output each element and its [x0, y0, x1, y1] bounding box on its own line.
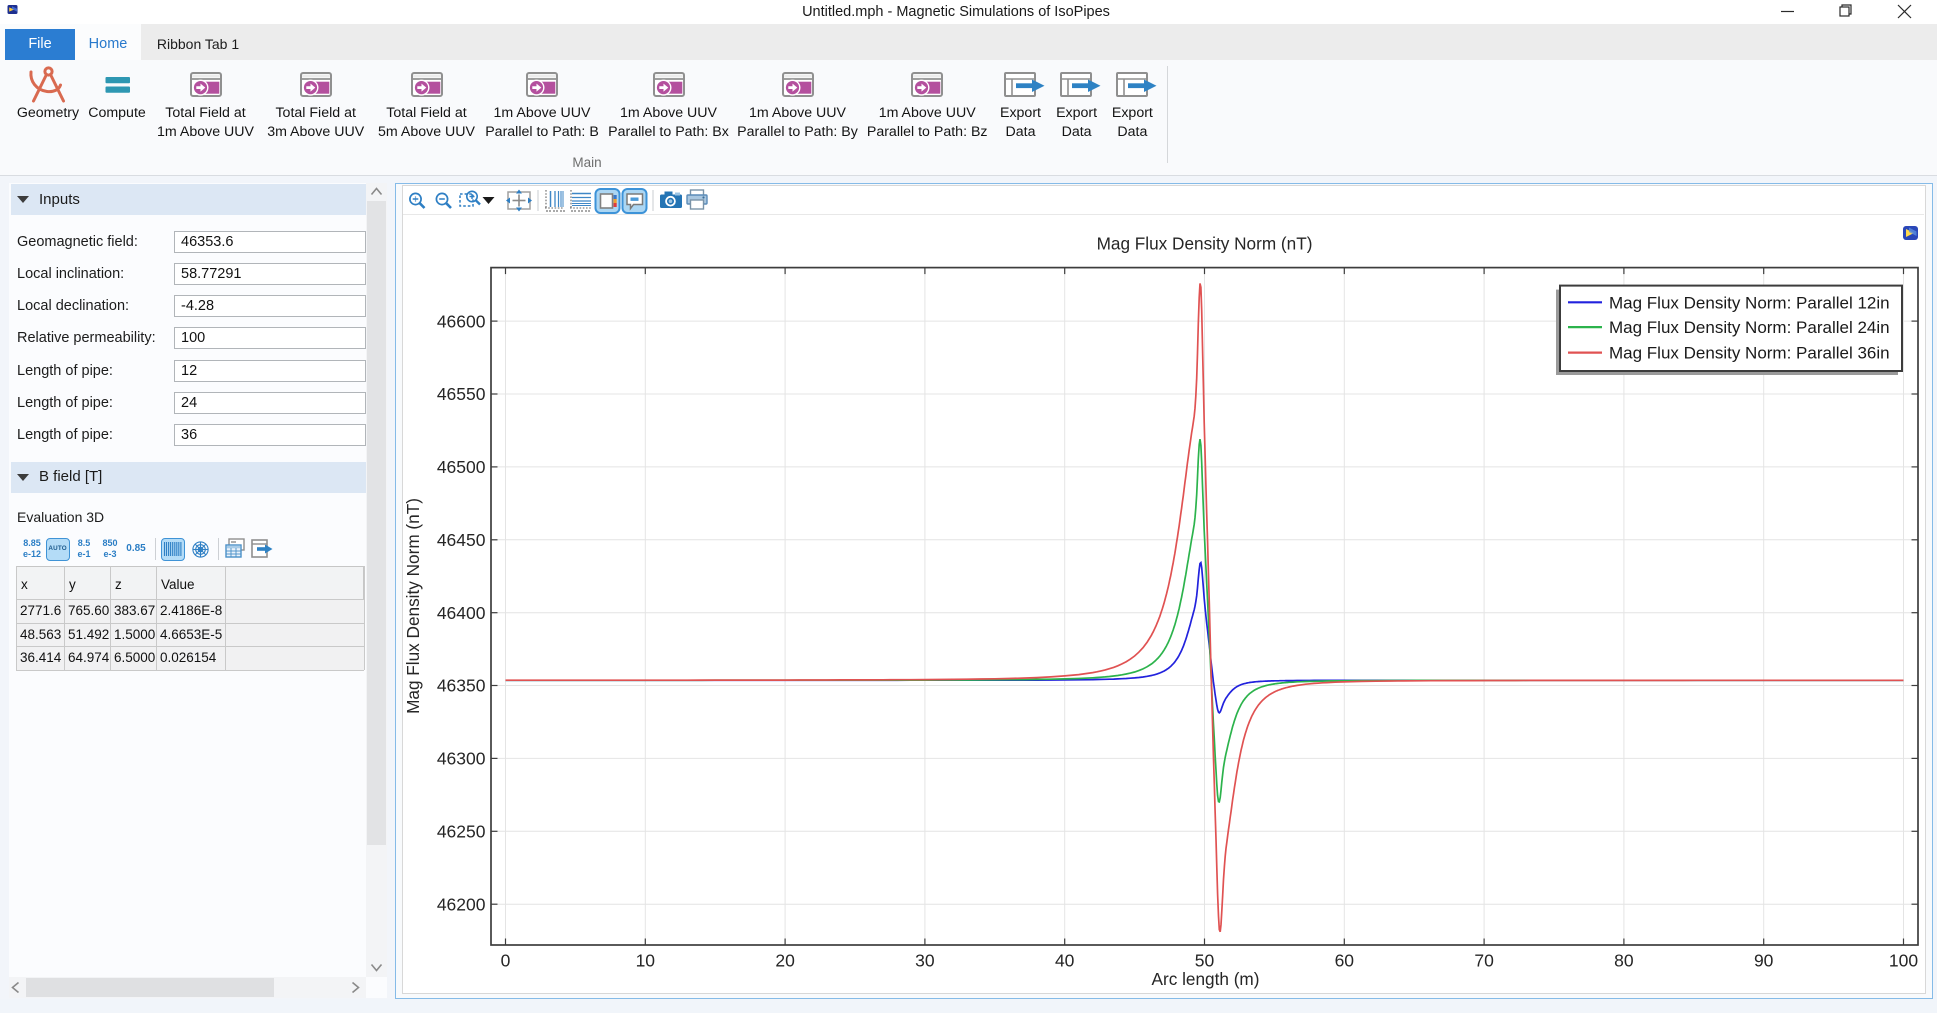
svg-text:Mag Flux Density Norm: Paralle: Mag Flux Density Norm: Parallel 36in: [1609, 344, 1890, 363]
svg-text:40: 40: [1055, 951, 1075, 971]
svg-text:Arc length (m): Arc length (m): [1152, 969, 1260, 989]
svg-text:46300: 46300: [437, 749, 486, 769]
svg-text:46550: 46550: [437, 384, 486, 404]
svg-text:30: 30: [915, 951, 935, 971]
svg-text:60: 60: [1335, 951, 1355, 971]
svg-text:80: 80: [1614, 951, 1634, 971]
svg-text:70: 70: [1474, 951, 1494, 971]
svg-text:Mag Flux Density Norm (nT): Mag Flux Density Norm (nT): [403, 498, 423, 714]
svg-text:90: 90: [1754, 951, 1774, 971]
svg-text:46200: 46200: [437, 894, 486, 914]
svg-text:46600: 46600: [437, 311, 486, 331]
svg-text:10: 10: [636, 951, 656, 971]
svg-text:46250: 46250: [437, 822, 486, 842]
svg-text:100: 100: [1889, 951, 1918, 971]
svg-text:50: 50: [1195, 951, 1215, 971]
svg-text:46500: 46500: [437, 457, 486, 477]
svg-text:Mag Flux Density Norm: Paralle: Mag Flux Density Norm: Parallel 24in: [1609, 318, 1890, 337]
svg-text:20: 20: [775, 951, 795, 971]
svg-text:0: 0: [501, 951, 511, 971]
svg-text:46450: 46450: [437, 530, 486, 550]
svg-text:46350: 46350: [437, 676, 486, 696]
svg-text:Mag Flux Density Norm (nT): Mag Flux Density Norm (nT): [1097, 234, 1313, 254]
svg-text:46400: 46400: [437, 603, 486, 623]
svg-text:Mag Flux Density Norm: Paralle: Mag Flux Density Norm: Parallel 12in: [1609, 293, 1890, 312]
